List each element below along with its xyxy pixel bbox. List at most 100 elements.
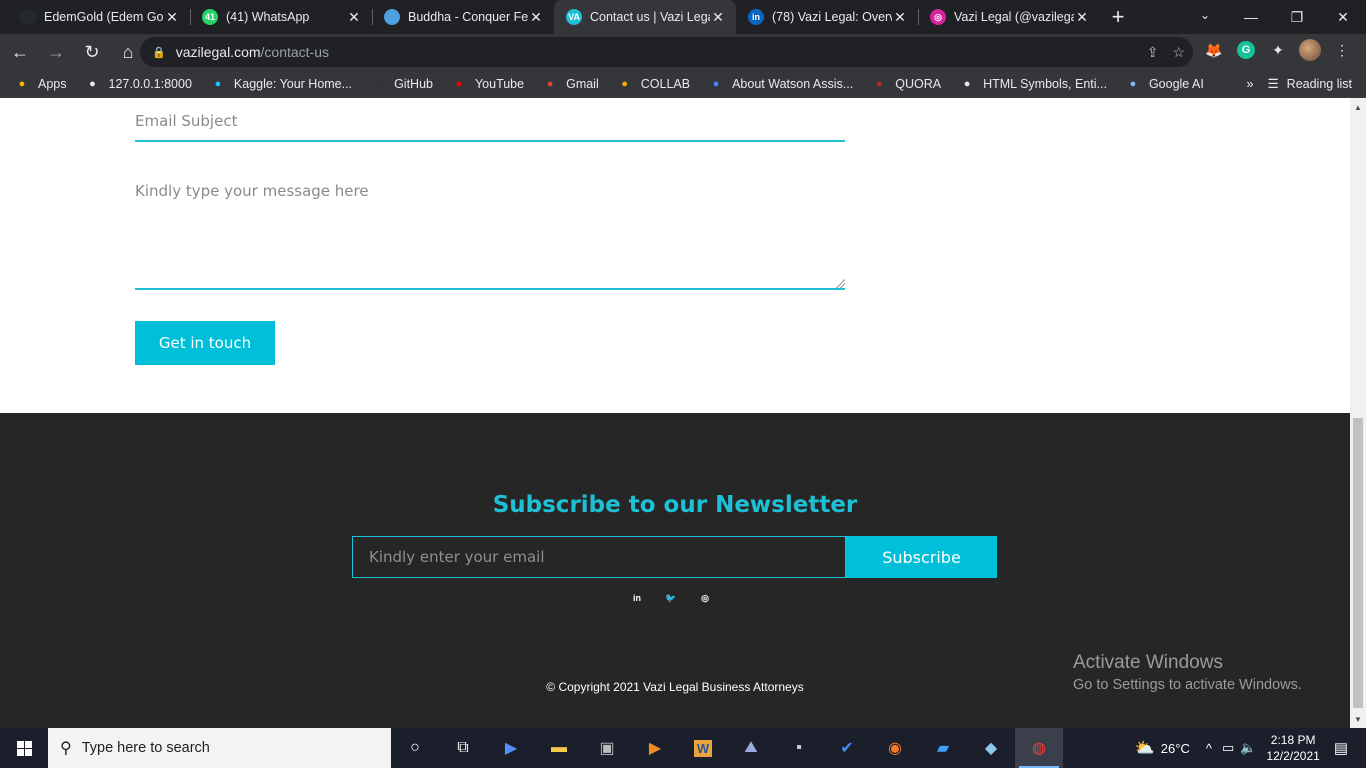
battery-icon[interactable]: ▭	[1222, 740, 1234, 756]
new-tab-button[interactable]: +	[1100, 0, 1136, 34]
bookmark-item[interactable]: ● YouTube	[451, 76, 524, 92]
browser-tab[interactable]: VA Contact us | Vazi Legal ✕	[554, 0, 736, 34]
tab-title: Vazi Legal (@vazilegal)	[954, 10, 1074, 24]
todo-app-icon[interactable]: ✔	[823, 728, 871, 768]
word-icon[interactable]: W	[679, 728, 727, 768]
extensions-puzzle-icon[interactable]: ✦	[1266, 38, 1290, 62]
terminal-window-icon[interactable]: ▣	[583, 728, 631, 768]
search-icon: ⚲	[60, 740, 72, 757]
notes-app-icon[interactable]: ◆	[967, 728, 1015, 768]
bookmark-item[interactable]: ● Apps	[14, 76, 67, 92]
bookmark-label: QUORA	[895, 76, 942, 91]
tab-close-icon[interactable]: ✕	[1074, 9, 1090, 26]
back-arrow-icon[interactable]: ←	[4, 36, 36, 68]
forward-arrow-icon[interactable]: →	[40, 36, 72, 68]
message-textarea[interactable]: Kindly type your message here	[135, 178, 845, 290]
linkedin-icon[interactable]: in	[631, 591, 643, 605]
gmail-icon: ●	[546, 77, 554, 90]
blender-icon[interactable]: ◉	[871, 728, 919, 768]
photo-app-icon[interactable]: ⛰	[727, 728, 775, 768]
instagram-icon[interactable]: ◎	[699, 591, 711, 605]
browser-tab[interactable]: 41 (41) WhatsApp ✕	[190, 0, 372, 34]
browser-tab[interactable]: Buddha - Conquer Fear ✕	[372, 0, 554, 34]
bookmark-item[interactable]: ● 127.0.0.1:8000	[85, 76, 192, 92]
bookmark-item[interactable]: ● About Watson Assis...	[708, 76, 853, 92]
scroll-up-arrow-icon[interactable]: ▲	[1350, 100, 1366, 114]
bookmark-item[interactable]: ● Google AI	[1125, 76, 1204, 92]
address-bar[interactable]: 🔒 vazilegal.com/contact-us ⇪ ☆	[140, 37, 1193, 67]
profile-avatar[interactable]	[1298, 38, 1322, 62]
clock-time: 2:18 PM	[1270, 733, 1316, 747]
activate-windows-title: Activate Windows	[1073, 652, 1223, 673]
clock[interactable]: 2:18 PM 12/2/2021	[1266, 732, 1319, 764]
reading-list-icon: ☰	[1267, 77, 1279, 91]
volume-icon[interactable]: 🔈	[1240, 740, 1256, 756]
weather-temp[interactable]: 26°C	[1161, 741, 1190, 756]
email-subject-placeholder: Email Subject	[135, 112, 238, 130]
reading-list-button[interactable]: ☰ Reading list	[1267, 76, 1352, 92]
taskbar-search-placeholder: Type here to search	[81, 740, 210, 756]
windows-taskbar: ⚲ Type here to search ○ ⧉ ▶ ▬ ▣ ▶ W ⛰ ▪ …	[0, 728, 1366, 768]
tab-close-icon[interactable]: ✕	[164, 9, 180, 26]
subscribe-button[interactable]: Subscribe	[846, 536, 997, 578]
bookmarks-overflow-icon[interactable]: »	[1247, 77, 1254, 91]
tab-close-icon[interactable]: ✕	[710, 9, 726, 26]
get-in-touch-button[interactable]: Get in touch	[135, 321, 275, 365]
bookmark-label: Apps	[38, 76, 67, 91]
chrome-taskbar-icon[interactable]: ◍	[1015, 728, 1063, 768]
grammarly-icon[interactable]: G	[1234, 38, 1258, 62]
bookmark-item[interactable]: ● COLLAB	[617, 76, 690, 92]
azure-app-icon[interactable]: ▰	[919, 728, 967, 768]
bookmark-label: GitHub	[394, 76, 433, 91]
bookmark-item[interactable]: ● QUORA	[871, 76, 941, 92]
address-host: vazilegal.com	[175, 44, 261, 60]
cortana-icon[interactable]: ○	[391, 728, 439, 768]
tab-close-icon[interactable]: ✕	[528, 9, 544, 26]
browser-tab[interactable]: ◎ Vazi Legal (@vazilegal) ✕	[918, 0, 1100, 34]
resize-grip-icon[interactable]	[835, 278, 845, 288]
start-button[interactable]	[0, 728, 48, 768]
email-subject-input[interactable]: Email Subject	[135, 112, 845, 142]
browser-tab[interactable]: EdemGold (Edem Gold)✕	[8, 0, 190, 34]
scroll-down-arrow-icon[interactable]: ▼	[1350, 712, 1366, 726]
bookmark-label: Kaggle: Your Home...	[233, 76, 353, 91]
colab-icon: ●	[621, 77, 629, 90]
lock-icon[interactable]: 🔒	[152, 46, 166, 59]
notification-center-icon[interactable]: ▤	[1334, 739, 1348, 757]
restore-icon[interactable]: ❐	[1274, 0, 1320, 34]
bookmark-item[interactable]: ● Kaggle: Your Home...	[210, 76, 352, 92]
weather-icon[interactable]: ⛅	[1135, 738, 1155, 758]
bookmark-label: Gmail	[566, 76, 599, 91]
tab-close-icon[interactable]: ✕	[892, 9, 908, 26]
taskbar-search-box[interactable]: ⚲ Type here to search	[48, 728, 391, 768]
bookmark-star-icon[interactable]: ☆	[1172, 44, 1185, 61]
powershell-icon[interactable]: ▶	[487, 728, 535, 768]
globe-icon: ●	[89, 77, 96, 90]
bookmark-item[interactable]: ● HTML Symbols, Enti...	[959, 76, 1107, 92]
scrollbar-thumb[interactable]	[1353, 418, 1363, 708]
newsletter-email-input[interactable]: Kindly enter your email	[352, 536, 846, 578]
tab-close-icon[interactable]: ✕	[346, 9, 362, 26]
close-window-icon[interactable]: ✕	[1320, 0, 1366, 34]
browser-menu-icon[interactable]: ⋮	[1330, 38, 1354, 62]
window-controls: — ❐ ✕	[1228, 0, 1366, 34]
reload-icon[interactable]: ↻	[76, 36, 108, 68]
metamask-fox-icon[interactable]: 🦊	[1202, 38, 1226, 62]
browser-tab[interactable]: in (78) Vazi Legal: Overview✕	[736, 0, 918, 34]
bookmark-item[interactable]: ● Gmail	[542, 76, 599, 92]
file-explorer-icon[interactable]: ▬	[535, 728, 583, 768]
newsletter-email-placeholder: Kindly enter your email	[369, 548, 545, 566]
tray-chevron-icon[interactable]: ^	[1206, 741, 1212, 756]
site-footer: Subscribe to our Newsletter Kindly enter…	[0, 413, 1350, 728]
share-icon[interactable]: ⇪	[1147, 44, 1159, 61]
bookmark-item[interactable]: ● GitHub	[370, 76, 433, 92]
page-scrollbar[interactable]: ▲ ▼	[1350, 98, 1366, 728]
minimize-icon[interactable]: —	[1228, 0, 1274, 34]
twitter-icon[interactable]: 🐦	[665, 591, 677, 605]
bookmark-label: YouTube	[474, 76, 525, 91]
bookmark-label: 127.0.0.1:8000	[108, 76, 192, 91]
command-prompt-icon[interactable]: ▪	[775, 728, 823, 768]
tab-search-chevron-icon[interactable]: ⌄	[1190, 0, 1220, 30]
media-player-icon[interactable]: ▶	[631, 728, 679, 768]
task-view-icon[interactable]: ⧉	[439, 728, 487, 768]
